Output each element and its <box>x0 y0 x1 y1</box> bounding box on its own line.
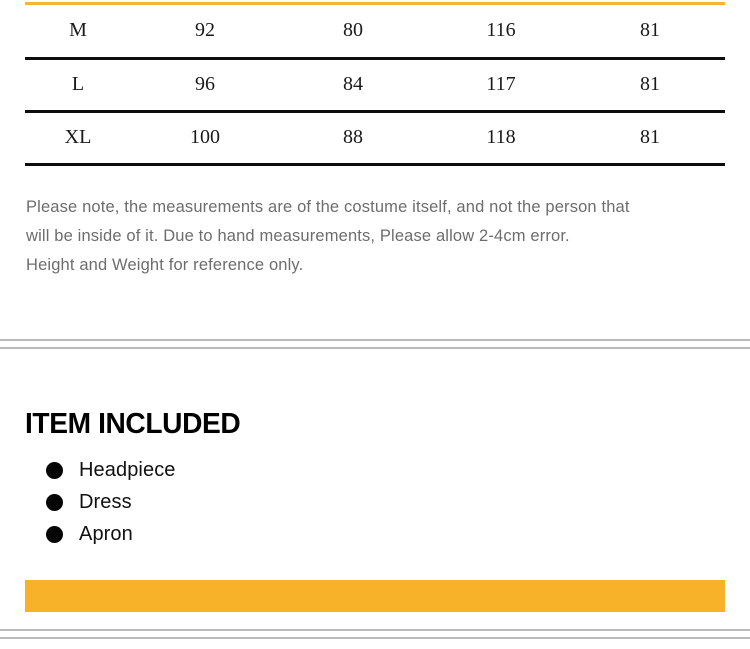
section-divider-bottom <box>0 629 750 639</box>
size-cell: L <box>25 58 131 113</box>
measurement-cell: 118 <box>427 111 575 166</box>
measurement-cell: 96 <box>131 58 279 113</box>
note-line-1: Please note, the measurements are of the… <box>26 198 630 216</box>
measurement-cell: 81 <box>575 58 725 113</box>
measurement-cell: 81 <box>575 5 725 60</box>
list-item: Dress <box>46 486 176 518</box>
bullet-dot-icon <box>46 461 63 479</box>
size-cell: XL <box>25 111 131 166</box>
divider-rule <box>0 637 750 639</box>
note-line-2: will be inside of it. Due to hand measur… <box>26 227 570 245</box>
measurement-cell: 92 <box>131 5 279 60</box>
list-item: Apron <box>46 518 176 550</box>
size-cell: M <box>25 5 131 60</box>
list-item: Headpiece <box>46 454 176 486</box>
included-items-list: Headpiece Dress Apron <box>46 454 176 550</box>
section-divider-top <box>0 339 750 349</box>
table-row: M 92 80 116 81 <box>25 5 725 60</box>
measurement-cell: 80 <box>279 5 427 60</box>
divider-rule <box>0 347 750 349</box>
accent-banner-bar <box>25 580 725 612</box>
page-title: ITEM INCLUDED <box>25 408 241 440</box>
included-item-label: Apron <box>79 522 133 545</box>
measurement-cell: 117 <box>427 58 575 113</box>
measurement-cell: 100 <box>131 111 279 166</box>
table-row: L 96 84 117 81 <box>25 58 725 113</box>
measurement-cell: 88 <box>279 111 427 166</box>
product-detail-page: M 92 80 116 81 L 96 84 117 81 XL 100 88 … <box>0 0 750 649</box>
bullet-dot-icon <box>46 493 63 511</box>
measurement-cell: 81 <box>575 111 725 166</box>
included-item-label: Dress <box>79 490 132 513</box>
measurement-cell: 84 <box>279 58 427 113</box>
note-line-3: Height and Weight for reference only. <box>26 256 304 274</box>
bullet-dot-icon <box>46 525 63 543</box>
size-chart-table: M 92 80 116 81 L 96 84 117 81 XL 100 88 … <box>25 5 725 166</box>
measurement-note: Please note, the measurements are of the… <box>26 193 716 280</box>
measurement-cell: 116 <box>427 5 575 60</box>
table-row: XL 100 88 118 81 <box>25 111 725 166</box>
included-item-label: Headpiece <box>79 458 176 481</box>
